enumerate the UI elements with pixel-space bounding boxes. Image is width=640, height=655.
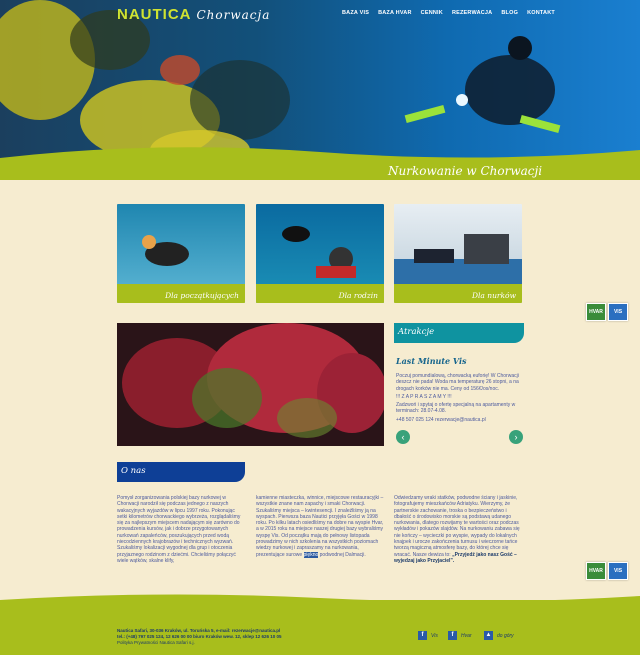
prev-arrow-icon[interactable]: ‹ [396, 430, 410, 444]
attractions-heading: Atrakcje [394, 323, 524, 343]
hero-title: Nurkowanie w Chorwacji [388, 164, 543, 178]
site-logo[interactable]: NAUTICA Chorwacja [117, 6, 270, 23]
facebook-icon: f [448, 631, 457, 640]
card-families[interactable]: Dla rodzin [256, 204, 384, 303]
facebook-icon: f [418, 631, 427, 640]
nav-blog[interactable]: BLOG [501, 10, 518, 16]
card-label: Dla początkujących [165, 291, 239, 300]
next-arrow-icon[interactable]: › [509, 430, 523, 444]
last-minute-title[interactable]: Last Minute Vis [396, 356, 467, 366]
card-label: Dla rodzin [338, 291, 378, 300]
main-nav: BAZA VIS BAZA HVAR CENNIK REZERWACJA BLO… [342, 10, 555, 16]
privacy-link[interactable]: Polityka Prywatności Nautica Safari s.j. [117, 640, 282, 646]
lm-line: Poczuj pomundialową, chorwacką euforię! … [396, 373, 519, 392]
nav-baza-vis[interactable]: BAZA VIS [342, 10, 369, 16]
about-highlight: piękno [303, 551, 319, 558]
footer-contact: Nautica Safari, 30-036 Kraków, ul. Toruń… [117, 628, 282, 646]
coral-image [117, 323, 384, 446]
lm-line: Zadzwoń i spytaj o ofertę specjalną na a… [396, 402, 516, 415]
card-label: Dla nurków [472, 291, 516, 300]
card-divers-image [394, 234, 522, 303]
logo-main: NAUTICA [117, 6, 192, 23]
card-families-image [256, 226, 384, 303]
side-badge-hvar[interactable]: HVAR [586, 562, 606, 580]
social-label: Hvar [461, 632, 472, 639]
nav-rezerwacja[interactable]: REZERWACJA [452, 10, 492, 16]
side-badge-vis[interactable]: VIS [608, 303, 628, 321]
back-to-top-link[interactable]: ▲ do góry [484, 631, 514, 640]
about-col-2-text: kamienne miasteczka, winnice, miejscowe … [256, 495, 384, 558]
about-col-3-text: Odwiedzamy wraki statków, podwodne ścian… [394, 495, 520, 558]
last-minute-text: Poczuj pomundialową, chorwacką euforię! … [396, 373, 522, 423]
arrow-up-icon: ▲ [484, 631, 493, 640]
logo-sub: Chorwacja [196, 8, 271, 22]
nav-baza-hvar[interactable]: BAZA HVAR [378, 10, 412, 16]
lm-line: +48 507 025 124 rezerwacje@nautica.pl [396, 416, 486, 423]
side-badge-hvar[interactable]: HVAR [586, 303, 606, 321]
about-col-3: Odwiedzamy wraki statków, podwodne ścian… [394, 495, 522, 564]
hero-image [0, 0, 640, 180]
nav-cennik[interactable]: CENNIK [421, 10, 443, 16]
card-beginners[interactable]: Dla początkujących [117, 204, 245, 303]
about-col-2: kamienne miasteczka, winnice, miejscowe … [256, 495, 384, 558]
coral-photo [117, 323, 384, 446]
facebook-vis-link[interactable]: f Vis [418, 631, 438, 640]
card-beginners-image [117, 235, 245, 303]
social-label: do góry [497, 632, 514, 639]
about-col-2-end: podwodnej Dalmacji. [319, 551, 366, 558]
side-badge-vis[interactable]: VIS [608, 562, 628, 580]
nav-kontakt[interactable]: KONTAKT [527, 10, 555, 16]
about-heading: O nas [117, 462, 245, 482]
lm-line: !!! Z A P R A S Z A M Y !!! [396, 393, 452, 400]
hero-banner: NAUTICA Chorwacja BAZA VIS BAZA HVAR CENN… [0, 0, 640, 180]
footer-wave [0, 594, 640, 610]
social-label: Vis [431, 632, 438, 639]
about-col-1: Pomysł zorganizowania polskiej bazy nurk… [117, 495, 241, 564]
footer-band [0, 594, 640, 655]
card-divers[interactable]: Dla nurków [394, 204, 522, 303]
facebook-hvar-link[interactable]: f Hvar [448, 631, 472, 640]
